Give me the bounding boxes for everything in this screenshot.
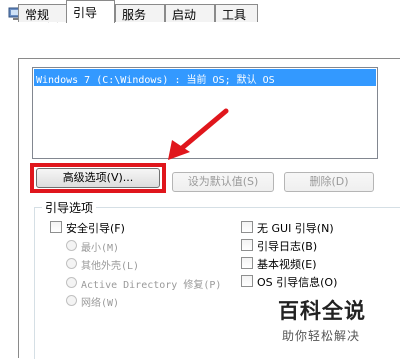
alternate-shell-label: 其他外壳(L)	[81, 261, 140, 272]
network-radio[interactable]	[66, 295, 77, 306]
safe-boot-label: 安全引导(F)	[66, 222, 125, 235]
boot-log-checkbox[interactable]	[241, 239, 253, 251]
tab-general[interactable]: 常规	[18, 4, 67, 22]
no-gui-boot-label: 无 GUI 引导(N)	[257, 222, 334, 235]
alternate-shell-radio[interactable]	[66, 258, 77, 269]
delete-button[interactable]: 删除(D)	[284, 172, 374, 192]
safe-boot-checkbox[interactable]	[50, 221, 62, 233]
tab-tools[interactable]: 工具	[215, 4, 258, 22]
os-boot-info-label: OS 引导信息(O)	[257, 276, 338, 289]
no-gui-boot-checkbox[interactable]	[241, 221, 253, 233]
minimal-radio[interactable]	[66, 240, 77, 251]
watermark-title: 百科全说	[278, 299, 366, 323]
set-default-button[interactable]: 设为默认值(S)	[172, 172, 274, 192]
tab-boot[interactable]: 引导	[66, 0, 115, 23]
active-directory-radio[interactable]	[66, 277, 77, 288]
network-label: 网络(W)	[81, 298, 120, 309]
watermark-subtitle: 助你轻松解决	[282, 329, 361, 343]
base-video-checkbox[interactable]	[241, 257, 253, 269]
red-arrow-icon	[168, 108, 229, 160]
tab-services[interactable]: 服务	[115, 4, 165, 22]
os-boot-info-checkbox[interactable]	[241, 275, 253, 287]
boot-log-label: 引导日志(B)	[257, 240, 318, 253]
minimal-label: 最小(M)	[81, 243, 120, 254]
active-directory-label: Active Directory 修复(P)	[81, 280, 222, 291]
advanced-options-button[interactable]: 高级选项(V)...	[36, 168, 160, 188]
boot-options-title: 引导选项	[42, 199, 97, 216]
os-list-item[interactable]: Windows 7 (C:\Windows) : 当前 OS; 默认 OS	[34, 69, 376, 86]
tab-startup[interactable]: 启动	[165, 4, 215, 22]
base-video-label: 基本视频(E)	[257, 258, 317, 271]
